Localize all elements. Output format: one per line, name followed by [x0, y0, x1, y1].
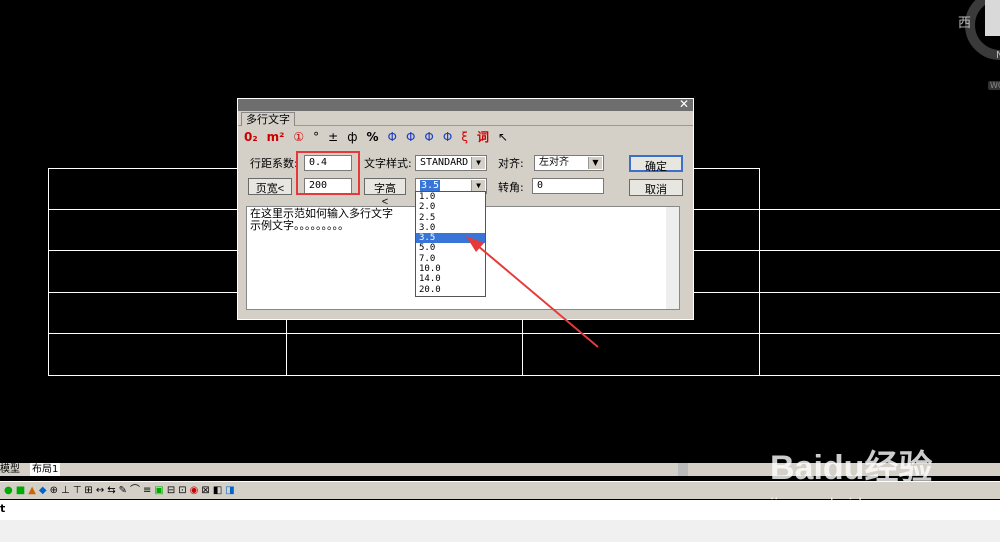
tool-icon[interactable]: ⊤ — [73, 484, 82, 497]
tool-icon[interactable]: ⊕ — [50, 484, 58, 497]
watermark-url: jingyan.baidu.com — [770, 495, 909, 513]
command-prompt: t — [0, 502, 6, 515]
watermark-brand: Baidu经验 — [770, 449, 933, 487]
tool-icon[interactable]: ▲ — [28, 484, 36, 497]
tool-icon[interactable]: ◆ — [39, 484, 47, 497]
tool-icon[interactable]: ■ — [16, 484, 25, 497]
scroll-handle[interactable] — [678, 463, 688, 476]
tool-icon[interactable]: ⇆ — [107, 484, 115, 497]
tool-icon[interactable]: ⊠ — [201, 484, 209, 497]
tool-icon[interactable]: ◨ — [225, 484, 234, 497]
tab-layout1[interactable]: 布局1 — [30, 463, 61, 476]
baidu-watermark: Baidu经验 jingyan.baidu.com — [770, 440, 932, 513]
tool-icon[interactable]: ▣ — [154, 484, 163, 497]
tool-icon[interactable]: ⊥ — [61, 484, 70, 497]
tool-icon[interactable]: ◉ — [190, 484, 199, 497]
tool-icon[interactable]: ⊞ — [84, 484, 92, 497]
command-input[interactable] — [0, 520, 1000, 542]
tool-icon[interactable]: ● — [4, 484, 13, 497]
tool-icon[interactable]: ⌒ — [130, 484, 140, 497]
tool-icon[interactable]: ✎ — [119, 484, 127, 497]
tab-model[interactable]: 模型 — [0, 463, 20, 476]
tool-icon[interactable]: ◧ — [213, 484, 222, 497]
tool-icon[interactable]: ≡ — [143, 484, 151, 497]
tool-icon[interactable]: ⊡ — [178, 484, 186, 497]
tool-icon[interactable]: ↔ — [96, 484, 104, 497]
tool-icon[interactable]: ⊟ — [167, 484, 175, 497]
